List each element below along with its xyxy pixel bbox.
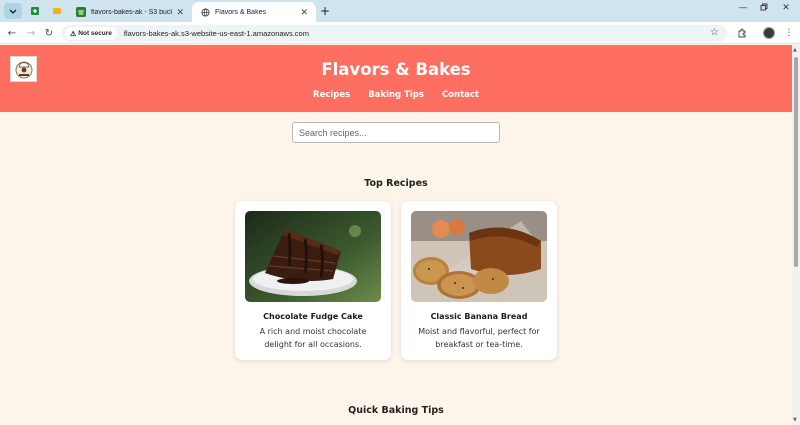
tab-label: flavors-bakes-ak - S3 bucket | S [91,8,173,16]
security-label: Not secure [78,30,112,37]
page-scrollbar[interactable]: ▲ ▼ [792,45,800,425]
scroll-up-icon[interactable]: ▲ [793,47,797,53]
close-icon: ✕ [782,3,790,13]
arrow-left-icon: ← [7,27,17,39]
restore-button[interactable] [756,3,772,14]
nav-link-recipes[interactable]: Recipes [313,90,350,100]
chevron-down-icon [9,9,17,14]
minimize-button[interactable]: — [735,3,751,13]
profile-avatar[interactable] [763,27,775,39]
tab-s3-bucket[interactable]: flavors-bakes-ak - S3 bucket | S ✕ [68,2,192,22]
aws-s3-icon [76,7,86,17]
close-tab-icon[interactable]: ✕ [176,7,184,18]
recipe-title: Chocolate Fudge Cake [263,312,363,321]
recipe-description: A rich and moist chocolate delight for a… [259,327,367,349]
close-window-button[interactable]: ✕ [778,3,794,13]
warning-icon: ⚠ [70,30,77,38]
scroll-down-icon[interactable]: ▼ [793,417,797,423]
reload-button[interactable]: ↻ [42,26,56,40]
address-bar[interactable]: ⚠ Not secure flavors-bakes-ak.s3-website… [62,25,727,42]
browser-menu-button[interactable]: ⋮ [782,26,796,40]
globe-icon [200,7,210,17]
forward-button[interactable]: → [24,26,38,40]
page-viewport: Flavors & Bakes Recipes Baking Tips Cont… [0,45,792,425]
top-recipes-heading: Top Recipes [364,178,428,189]
minimize-icon: — [738,3,748,13]
close-tab-icon[interactable]: ✕ [300,7,308,18]
recipe-card[interactable]: Chocolate Fudge Cake A rich and moist ch… [235,201,391,360]
sheets-icon [31,7,39,15]
browser-tab-strip: flavors-bakes-ak - S3 bucket | S ✕ Flavo… [0,0,800,22]
recipe-title: Classic Banana Bread [430,312,528,321]
sheets-pinned-tab[interactable] [26,3,44,19]
tab-search-button[interactable] [4,3,22,19]
tab-flavors-bakes[interactable]: Flavors & Bakes ✕ [192,2,316,22]
puzzle-icon [738,28,746,38]
nav-link-baking-tips[interactable]: Baking Tips [368,90,424,100]
kebab-menu-icon: ⋮ [784,28,794,38]
folder-icon [53,8,61,14]
url-text[interactable]: flavors-bakes-ak.s3-website-us-east-1.am… [124,29,309,38]
restore-icon [760,3,768,11]
banana-bread-image [411,211,547,302]
site-header: Flavors & Bakes Recipes Baking Tips Cont… [0,45,792,112]
back-button[interactable]: ← [5,26,19,40]
chocolate-cake-image [245,211,381,302]
recipe-description: Moist and flavorful, perfect for breakfa… [418,327,540,349]
pinned-tab-yellow[interactable] [48,3,66,19]
recipe-card[interactable]: Classic Banana Bread Moist and flavorful… [401,201,557,360]
tab-label: Flavors & Bakes [215,8,266,16]
nav-link-contact[interactable]: Contact [442,90,479,100]
recipe-search-input[interactable] [292,122,500,143]
bookmark-star-icon[interactable]: ☆ [710,27,719,38]
scrollbar-thumb[interactable] [794,57,798,267]
site-title: Flavors & Bakes [321,60,471,79]
reload-icon: ↻ [44,27,54,39]
site-security-chip[interactable]: ⚠ Not secure [65,27,117,40]
new-tab-button[interactable]: + [316,3,334,19]
extensions-button[interactable] [735,26,749,40]
quick-tips-heading: Quick Baking Tips [348,405,444,416]
plus-icon: + [319,4,331,18]
site-nav: Recipes Baking Tips Contact [0,90,792,100]
arrow-right-icon: → [26,27,36,39]
browser-toolbar: ← → ↻ ⚠ Not secure flavors-bakes-ak.s3-w… [0,22,800,44]
